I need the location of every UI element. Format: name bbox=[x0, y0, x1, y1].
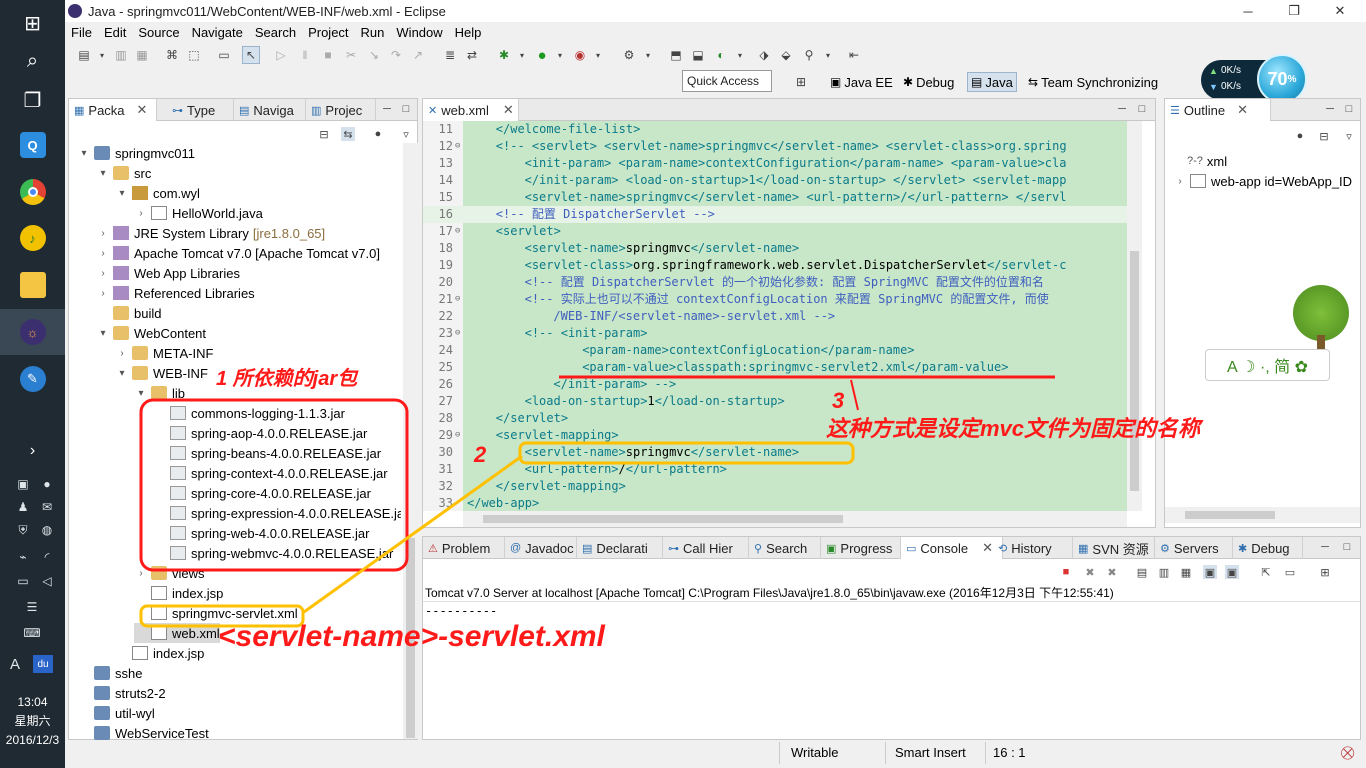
annotation-1: 1 所依赖的jar包 bbox=[216, 368, 358, 390]
annotation-overlay bbox=[139, 375, 1055, 628]
annotation-servlet-name: <servlet-name>-servlet.xml bbox=[218, 620, 605, 653]
servlet-name-highlight-box bbox=[518, 441, 855, 465]
annotation-2: 2 bbox=[474, 442, 487, 467]
yellow-connector-line bbox=[303, 454, 523, 614]
annotation-3-text: 这种方式是设定mvc文件为固定的名称 bbox=[826, 416, 1201, 441]
jar-list-highlight-box bbox=[139, 398, 409, 572]
red-pointer-line bbox=[850, 379, 859, 411]
